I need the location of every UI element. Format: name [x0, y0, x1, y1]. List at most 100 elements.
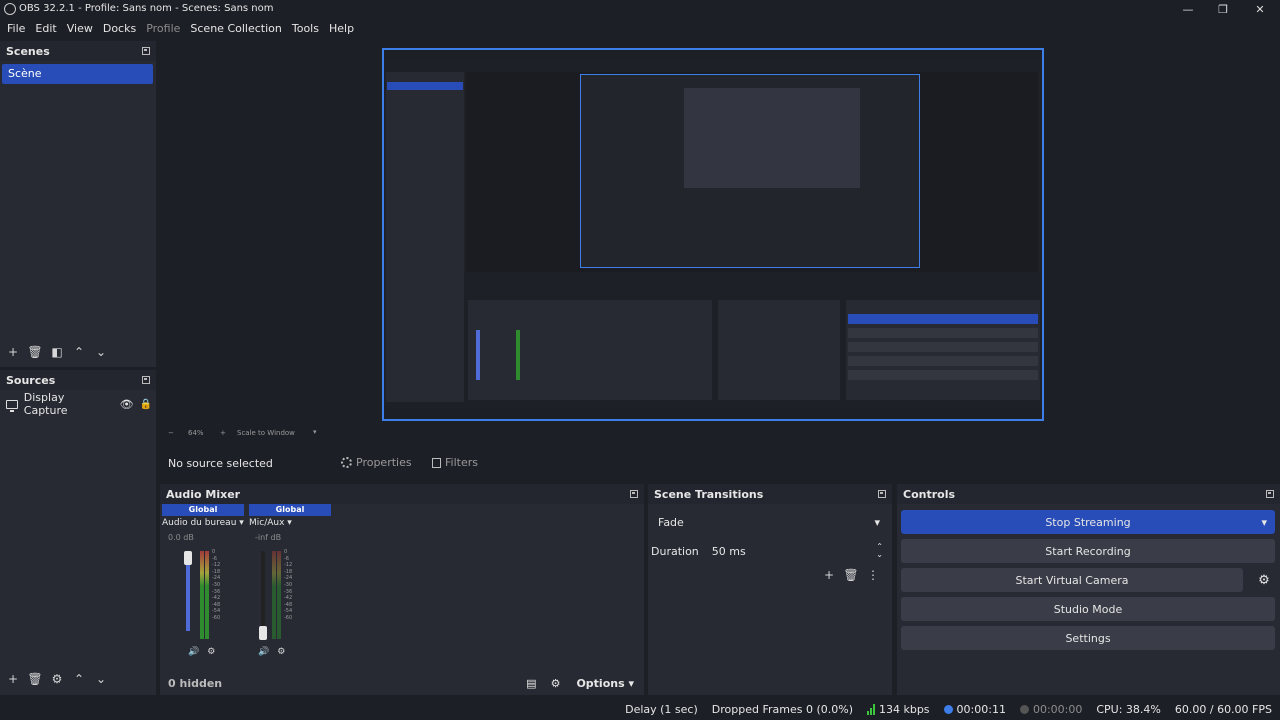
bitrate: 134 kbps: [878, 702, 930, 716]
scenes-header: Scenes: [0, 41, 156, 61]
nested-transitions: [718, 300, 840, 400]
fps: 60.00 / 60.00 FPS: [1174, 702, 1272, 716]
delete-scene-icon[interactable]: 🗑: [24, 343, 46, 361]
nested-meter: [516, 330, 520, 380]
more-options-icon[interactable]: ⋮: [862, 566, 884, 584]
channel-name-select[interactable]: Audio du bureau ▾: [162, 518, 244, 528]
chevron-down-icon[interactable]: ▾: [313, 428, 317, 436]
controls-title: Controls: [903, 487, 956, 501]
move-down-icon[interactable]: ⌄: [90, 670, 112, 688]
menu-scene-collection[interactable]: Scene Collection: [185, 19, 286, 39]
move-up-icon[interactable]: ⌃: [68, 343, 90, 361]
undock-icon[interactable]: [142, 47, 150, 55]
monitor-icon: [6, 399, 18, 412]
eye-icon[interactable]: 👁: [120, 398, 134, 411]
zoom-in-button[interactable]: +: [220, 429, 226, 437]
menu-docks[interactable]: Docks: [98, 19, 141, 39]
gear-icon: [341, 457, 352, 468]
audio-mixer-dock: Audio Mixer Global Audio du bureau ▾ 0.0…: [160, 484, 644, 695]
properties-label: Properties: [356, 456, 412, 469]
nested-scenes-dock: [386, 72, 464, 402]
scene-item[interactable]: Scène: [2, 64, 153, 84]
meter-scale: 0 -6 -12 -18 -24 -30 -36 -42 -48 -54 -60: [284, 549, 293, 621]
chevron-down-icon: ▾: [874, 515, 880, 529]
source-item[interactable]: Display Capture 👁 🔒: [6, 391, 152, 417]
spinner-arrows-icon[interactable]: ⌃ ⌄: [876, 543, 883, 559]
channel-volume-db: -inf dB: [255, 533, 282, 542]
undock-icon[interactable]: [1266, 490, 1274, 498]
mixer-options-button[interactable]: Options ▾: [576, 677, 634, 690]
delay-status: Delay (1 sec): [625, 702, 698, 716]
start-recording-button[interactable]: Start Recording: [901, 539, 1275, 563]
studio-mode-button[interactable]: Studio Mode: [901, 597, 1275, 621]
channel-head: Global: [249, 504, 331, 516]
add-scene-icon[interactable]: +: [2, 343, 24, 361]
undock-icon[interactable]: [630, 490, 638, 498]
zoom-level: 64%: [188, 429, 204, 437]
scene-transitions-dock: Scene Transitions Fade ▾ Duration 50 ms …: [648, 484, 892, 695]
meter-scale: 0 -6 -12 -18 -24 -30 -36 -42 -48 -54 -60: [212, 549, 221, 621]
menu-view[interactable]: View: [62, 19, 98, 39]
undock-icon[interactable]: [142, 376, 150, 384]
channel-icons: 🔊 ⚙: [258, 647, 285, 657]
nested-statusbar: [384, 408, 1042, 419]
zoom-out-button[interactable]: −: [168, 429, 174, 437]
sources-toolbar: + 🗑 ⚙ ⌃ ⌄: [2, 670, 112, 688]
stop-streaming-button[interactable]: Stop Streaming ▾: [901, 510, 1275, 534]
fader-knob[interactable]: [259, 626, 267, 640]
nested-button: [848, 342, 1038, 352]
zoom-bar: − 64% + Scale to Window ▾: [160, 428, 1280, 442]
properties-button[interactable]: Properties: [341, 456, 412, 469]
lock-icon[interactable]: 🔒: [140, 399, 152, 410]
mixer-header: Audio Mixer: [160, 484, 644, 504]
duration-spinbox[interactable]: 50 ms ⌃ ⌄: [706, 541, 889, 561]
transition-select[interactable]: Fade ▾: [652, 511, 888, 533]
sources-dock: Sources Display Capture 👁 🔒 + 🗑 ⚙ ⌃ ⌄: [0, 370, 156, 695]
start-virtual-camera-button[interactable]: Start Virtual Camera: [901, 568, 1243, 592]
menu-profile[interactable]: Profile: [141, 19, 185, 39]
hidden-count: 0 hidden: [168, 676, 223, 690]
chevron-down-icon[interactable]: ▾: [1261, 516, 1267, 529]
layout-icon[interactable]: ▤: [526, 677, 536, 690]
close-button[interactable]: ✕: [1242, 0, 1278, 18]
menu-edit[interactable]: Edit: [30, 19, 61, 39]
speaker-icon[interactable]: 🔊: [258, 647, 269, 657]
preview-canvas[interactable]: [382, 48, 1044, 421]
add-source-icon[interactable]: +: [2, 670, 24, 688]
menu-file[interactable]: File: [2, 19, 30, 39]
channel-settings-icon[interactable]: ⚙: [277, 647, 285, 657]
menu-bar: File Edit View Docks Profile Scene Colle…: [0, 19, 1280, 39]
channel-settings-icon[interactable]: ⚙: [207, 647, 215, 657]
channel-name-select[interactable]: Mic/Aux ▾: [249, 518, 331, 528]
minimize-button[interactable]: —: [1170, 0, 1206, 18]
delete-source-icon[interactable]: 🗑: [24, 670, 46, 688]
streaming-icon: [943, 704, 953, 714]
move-down-icon[interactable]: ⌄: [90, 343, 112, 361]
menu-tools[interactable]: Tools: [287, 19, 324, 39]
filters-icon[interactable]: ◧: [46, 343, 68, 361]
volume-fader-mic[interactable]: [261, 551, 265, 631]
duration-value: 50 ms: [711, 544, 746, 558]
undock-icon[interactable]: [878, 490, 886, 498]
audio-meter: [277, 551, 281, 639]
scenes-title: Scenes: [6, 44, 50, 58]
virtual-camera-gear-icon[interactable]: ⚙: [1253, 568, 1275, 592]
mixer-footer: 0 hidden ▤ ⚙ Options ▾: [160, 672, 644, 694]
properties-gear-icon[interactable]: ⚙: [46, 670, 68, 688]
restore-button[interactable]: ❐: [1205, 0, 1241, 18]
recording-icon: [1019, 704, 1029, 714]
settings-button[interactable]: Settings: [901, 626, 1275, 650]
channel-volume-db: 0.0 dB: [168, 533, 194, 542]
rec-time: 00:00:00: [1032, 702, 1083, 716]
add-transition-icon[interactable]: +: [818, 566, 840, 584]
delete-transition-icon[interactable]: 🗑: [840, 566, 862, 584]
filters-button[interactable]: Filters: [432, 456, 478, 469]
transition-value: Fade: [658, 515, 684, 529]
menu-help[interactable]: Help: [324, 19, 359, 39]
obs-logo-icon: [4, 3, 16, 15]
fader-knob[interactable]: [184, 551, 192, 565]
scale-mode-select[interactable]: Scale to Window: [237, 429, 295, 437]
speaker-icon[interactable]: 🔊: [188, 647, 199, 657]
move-up-icon[interactable]: ⌃: [68, 670, 90, 688]
advanced-audio-icon[interactable]: ⚙: [551, 677, 561, 690]
